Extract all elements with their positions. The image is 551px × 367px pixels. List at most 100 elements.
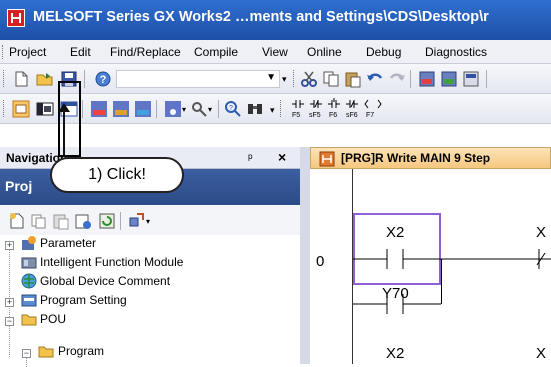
menu-bar: Project Edit Find/Replace Compile View O… <box>0 40 551 64</box>
menu-online[interactable]: Online <box>307 45 342 59</box>
open-project-icon[interactable] <box>36 70 54 88</box>
device-icon[interactable] <box>418 70 436 88</box>
toolbar-separator <box>486 70 487 88</box>
ladder-editor[interactable]: 0 X2 X Y70 X2 X <box>310 169 551 364</box>
svg-text:F7: F7 <box>366 112 374 119</box>
undo-icon[interactable] <box>366 70 384 88</box>
toolbar-separator <box>120 212 121 230</box>
pin-icon[interactable]: ᵖ <box>248 151 253 165</box>
tab-ladder-program[interactable]: [PRG]R Write MAIN 9 Step <box>310 147 551 169</box>
toolbar-overflow-icon[interactable]: ▾ <box>270 105 275 116</box>
branch-wire <box>441 259 442 304</box>
svg-text:F6: F6 <box>329 112 337 119</box>
step-number: 0 <box>316 253 325 270</box>
program-setting-icon <box>21 294 37 307</box>
instruction-callout: 1) Click! <box>50 157 184 193</box>
project-header-label: Proj <box>5 178 33 194</box>
window-title: MELSOFT Series GX Works2 …ments and Sett… <box>33 9 489 25</box>
svg-text:sF5: sF5 <box>309 112 321 119</box>
callout-text: 1) Click! <box>88 166 146 183</box>
cut-icon[interactable] <box>300 70 318 88</box>
paste-icon[interactable] <box>344 70 362 88</box>
folder-icon <box>21 314 37 326</box>
program-toolbar: ▾ ▾ ? ▾ F5 sF5 F6 sF6 F7 <box>0 94 551 124</box>
find-dropdown-icon[interactable]: ▾ <box>208 105 212 114</box>
collapse-icon[interactable]: − <box>5 317 14 326</box>
callout-arrow <box>63 109 65 157</box>
tree-item-label: Program <box>58 344 105 358</box>
navigation-window-icon[interactable] <box>36 100 54 118</box>
new-data-icon[interactable] <box>8 212 26 230</box>
device-monitor-icon[interactable] <box>112 100 130 118</box>
toolbar-dropdown[interactable]: ▼ <box>116 70 280 88</box>
options-dropdown-icon[interactable]: ▾ <box>146 217 150 226</box>
menu-view[interactable]: View <box>262 45 288 59</box>
tree-line <box>26 357 27 367</box>
watch-dropdown-icon[interactable]: ▾ <box>182 105 186 114</box>
toolbar-grip[interactable] <box>293 70 296 87</box>
paste-data-icon[interactable] <box>52 212 70 230</box>
menu-grip[interactable] <box>2 45 5 59</box>
toolbar-separator <box>410 70 411 88</box>
find-icon[interactable] <box>190 100 208 118</box>
chevron-down-icon[interactable]: ▼ <box>266 72 276 83</box>
refresh-icon[interactable] <box>98 212 116 230</box>
toolbar-separator <box>156 100 157 118</box>
highlight-box <box>58 81 81 157</box>
copy-data-icon[interactable] <box>30 212 48 230</box>
cross-reference-icon[interactable] <box>134 100 152 118</box>
ladder-symbols-icon[interactable]: F5 sF5 F6 sF6 F7 <box>290 98 418 120</box>
expand-icon[interactable]: + <box>5 298 14 307</box>
tree-item-label: Parameter <box>40 236 97 250</box>
expand-icon[interactable]: + <box>5 241 14 250</box>
normally-open-contact[interactable] <box>353 290 441 318</box>
app-icon <box>7 9 25 27</box>
toolbar-separator <box>84 70 85 88</box>
toolbar-separator <box>218 100 219 118</box>
device-batch-icon[interactable] <box>462 70 480 88</box>
menu-compile[interactable]: Compile <box>194 45 238 59</box>
menu-project[interactable]: Project <box>9 45 46 59</box>
help-icon[interactable]: ? <box>94 70 112 88</box>
menu-find-replace[interactable]: Find/Replace <box>110 45 181 59</box>
svg-text:sF6: sF6 <box>346 112 358 119</box>
menu-edit[interactable]: Edit <box>70 45 91 59</box>
redo-icon[interactable] <box>388 70 406 88</box>
menu-debug[interactable]: Debug <box>366 45 401 59</box>
toolbar-grip[interactable] <box>3 100 6 117</box>
tree-item-label: Program Setting <box>40 293 127 307</box>
tree-item-label: POU <box>40 312 67 326</box>
tab-label: [PRG]R Write MAIN 9 Step <box>341 151 491 165</box>
new-project-icon[interactable] <box>12 70 30 88</box>
close-icon[interactable]: × <box>278 149 286 165</box>
toolbar-grip[interactable] <box>280 100 283 117</box>
callout-arrow-head <box>58 103 70 112</box>
toolbar-grip[interactable] <box>3 70 6 87</box>
svg-text:?: ? <box>100 74 107 86</box>
standard-toolbar: ? ▼ ▾ <box>0 64 551 94</box>
rung-wire <box>441 249 551 269</box>
contact-label-partial: X <box>536 345 547 362</box>
copy-icon[interactable] <box>322 70 340 88</box>
normally-open-contact[interactable] <box>353 245 441 273</box>
device-find-icon[interactable] <box>440 70 458 88</box>
help-search-icon[interactable]: ? <box>224 100 242 118</box>
binoculars-icon[interactable] <box>246 100 264 118</box>
project-view-icon[interactable] <box>12 100 30 118</box>
project-options-icon[interactable] <box>128 212 146 230</box>
device-comment-icon[interactable] <box>90 100 108 118</box>
menu-diagnostics[interactable]: Diagnostics <box>425 45 487 59</box>
project-tree: + Parameter Intelligent Function Module … <box>0 235 300 367</box>
contact-label-partial: X <box>536 224 547 241</box>
toolbar-overflow-icon[interactable]: ▾ <box>282 74 287 85</box>
contact-label: X2 <box>386 224 405 241</box>
collapse-icon[interactable]: − <box>22 349 31 358</box>
watch-icon[interactable] <box>164 100 182 118</box>
module-icon <box>21 257 37 269</box>
pane-splitter[interactable] <box>300 147 310 364</box>
svg-text:F5: F5 <box>292 112 300 119</box>
tree-item-label: Global Device Comment <box>40 274 171 288</box>
contact-label: X2 <box>386 345 405 362</box>
property-icon[interactable] <box>74 212 92 230</box>
tree-item-label: Intelligent Function Module <box>40 255 184 269</box>
